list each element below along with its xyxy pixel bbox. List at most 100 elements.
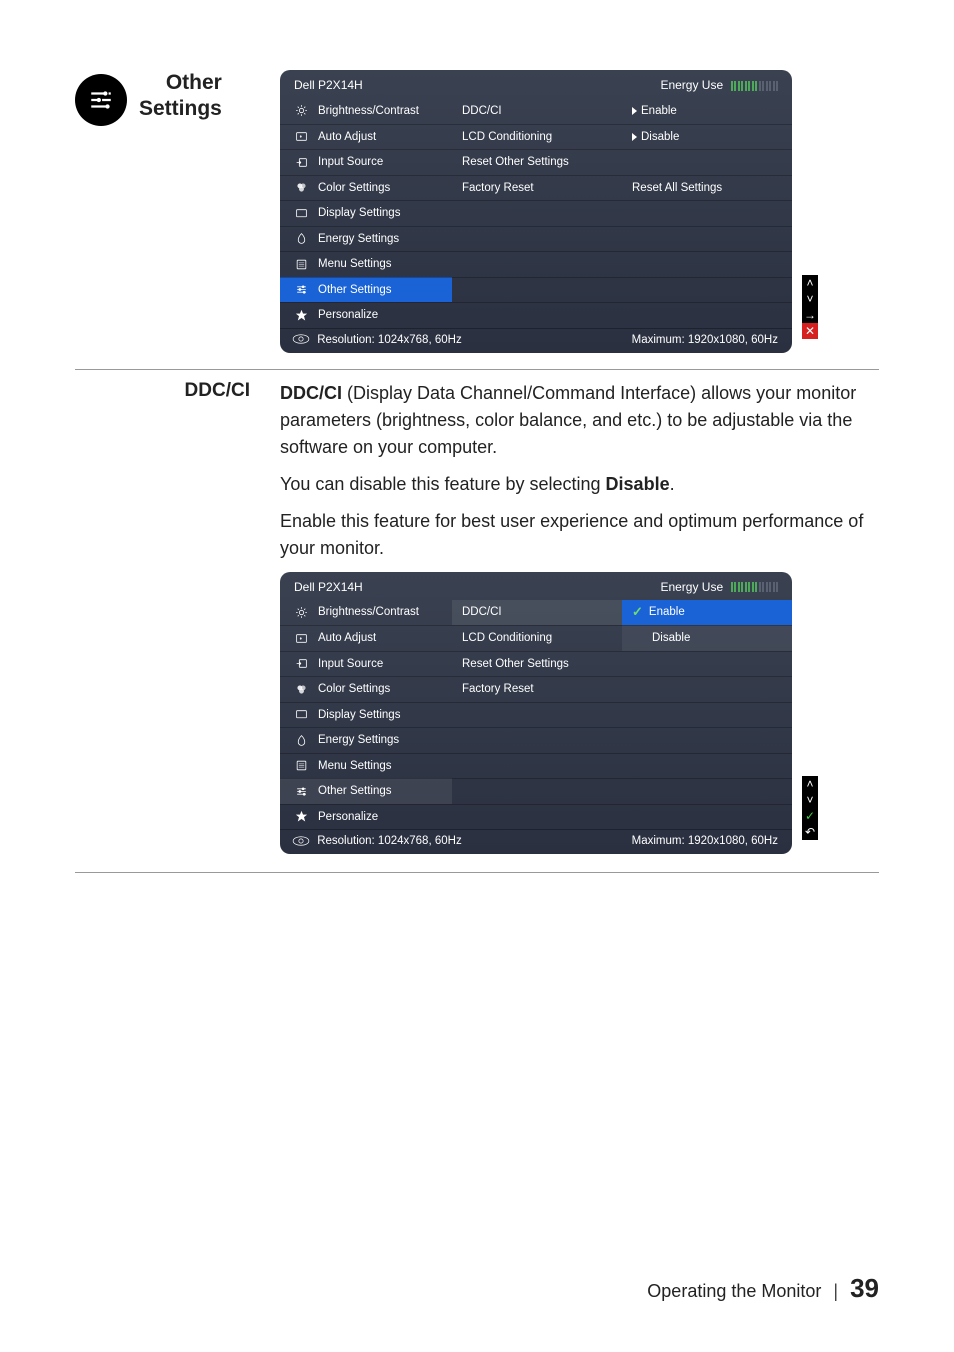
energy-icon <box>292 734 310 747</box>
osd-menu-label: Input Source <box>318 658 383 670</box>
osd-value: Reset All Settings <box>622 175 792 201</box>
osd-menu-item[interactable]: Energy Settings <box>280 226 452 252</box>
osd-sub-item[interactable]: LCD Conditioning <box>452 124 622 150</box>
osd-nav-close[interactable]: ✕ <box>802 323 818 339</box>
osd-menu-item[interactable]: Brightness/Contrast <box>280 600 452 626</box>
osd-value <box>622 251 792 277</box>
osd-menu-item[interactable]: Brightness/Contrast <box>280 98 452 124</box>
osd-model: Dell P2X14H <box>294 78 363 92</box>
osd-menu-label: Auto Adjust <box>318 131 376 143</box>
osd-menu-item[interactable]: Other Settings <box>280 277 452 303</box>
osd-value: Enable <box>622 98 792 124</box>
osd-nav-down[interactable]: ˅ <box>802 792 818 808</box>
osd-empty <box>622 651 792 677</box>
menu-icon <box>292 258 310 271</box>
osd-sub-item[interactable]: DDC/CI <box>452 600 622 626</box>
osd-sub-item <box>452 302 622 328</box>
osd-sub-item <box>452 200 622 226</box>
osd-menu-label: Energy Settings <box>318 233 399 245</box>
osd-menu-label: Energy Settings <box>318 734 399 746</box>
osd-sub-item <box>452 251 622 277</box>
osd-menu-item[interactable]: Input Source <box>280 651 452 677</box>
osd-sub-item <box>452 727 622 753</box>
osd-value: Disable <box>622 124 792 150</box>
osd-empty <box>622 702 792 728</box>
osd-energy: Energy Use <box>660 78 778 92</box>
osd-sub-item[interactable]: DDC/CI <box>452 98 622 124</box>
osd-empty <box>622 676 792 702</box>
page-footer: Operating the Monitor | 39 <box>647 1273 879 1304</box>
osd-sub-item <box>452 226 622 252</box>
osd-sub-item[interactable]: Reset Other Settings <box>452 651 622 677</box>
display-icon <box>292 708 310 721</box>
osd-value <box>622 149 792 175</box>
menu-icon <box>292 759 310 772</box>
brightness-icon <box>292 606 310 619</box>
osd-menu-label: Display Settings <box>318 207 400 219</box>
osd-nav-up[interactable]: ˄ <box>802 776 818 792</box>
osd-maximum: Maximum: 1920x1080, 60Hz <box>632 835 778 847</box>
color-icon <box>292 181 310 194</box>
osd-sub-item[interactable]: Reset Other Settings <box>452 149 622 175</box>
osd-sub-item <box>452 702 622 728</box>
osd-menu-label: Brightness/Contrast <box>318 606 419 618</box>
osd-menu-label: Personalize <box>318 309 378 321</box>
osd-sub-item[interactable]: Factory Reset <box>452 676 622 702</box>
osd-menu-label: Input Source <box>318 156 383 168</box>
osd-option[interactable]: Disable <box>622 625 792 651</box>
section-title-ddcci: DDC/CI <box>75 380 250 402</box>
osd-nav-down[interactable]: ˅ <box>802 291 818 307</box>
osd-menu-item[interactable]: Display Settings <box>280 702 452 728</box>
section-title-other: Other <box>139 70 222 96</box>
brightness-icon <box>292 104 310 117</box>
auto-icon <box>292 632 310 645</box>
osd-nav-right[interactable]: → <box>802 307 818 323</box>
osd-sub-item[interactable]: Factory Reset <box>452 175 622 201</box>
osd-menu-item[interactable]: Other Settings <box>280 778 452 804</box>
osd-nav-ok[interactable]: ✓ <box>802 808 818 824</box>
osd-menu-label: Color Settings <box>318 182 390 194</box>
osd-menu-label: Other Settings <box>318 284 392 296</box>
osd-nav-back[interactable]: ↶ <box>802 824 818 840</box>
osd-panel-2: Dell P2X14H Energy Use Brightness/Contra… <box>280 572 792 855</box>
osd-empty <box>622 804 792 830</box>
osd-menu-item[interactable]: Personalize <box>280 804 452 830</box>
osd-value <box>622 226 792 252</box>
auto-icon <box>292 130 310 143</box>
osd-menu-item[interactable]: Energy Settings <box>280 727 452 753</box>
osd-menu-label: Brightness/Contrast <box>318 105 419 117</box>
osd-empty <box>622 778 792 804</box>
section-title-other2: Settings <box>139 96 222 122</box>
osd-value <box>622 302 792 328</box>
osd-resolution: Resolution: 1024x768, 60Hz <box>292 334 462 346</box>
star-icon <box>292 309 310 322</box>
osd-menu-label: Personalize <box>318 811 378 823</box>
osd-empty <box>622 727 792 753</box>
osd-menu-item[interactable]: Personalize <box>280 302 452 328</box>
energy-icon <box>292 232 310 245</box>
osd-menu-label: Color Settings <box>318 683 390 695</box>
osd-menu-item[interactable]: Auto Adjust <box>280 625 452 651</box>
osd-menu-item[interactable]: Auto Adjust <box>280 124 452 150</box>
osd-nav-up[interactable]: ˄ <box>802 275 818 291</box>
osd-menu-item[interactable]: Input Source <box>280 149 452 175</box>
osd-menu-label: Menu Settings <box>318 258 392 270</box>
osd-menu-item[interactable]: Display Settings <box>280 200 452 226</box>
star-icon <box>292 810 310 823</box>
osd-menu-item[interactable]: Menu Settings <box>280 753 452 779</box>
osd-value <box>622 277 792 303</box>
input-icon <box>292 657 310 670</box>
osd-sub-item <box>452 753 622 779</box>
osd-panel-1: Dell P2X14H Energy Use Brightness/Contra… <box>280 70 792 353</box>
osd-menu-item[interactable]: Color Settings <box>280 175 452 201</box>
sliders-icon <box>75 74 127 126</box>
ddcci-desc-3: Enable this feature for best user experi… <box>280 508 879 562</box>
osd-sub-item[interactable]: LCD Conditioning <box>452 625 622 651</box>
osd-menu-item[interactable]: Color Settings <box>280 676 452 702</box>
osd-menu-item[interactable]: Menu Settings <box>280 251 452 277</box>
sliders-icon <box>292 785 310 798</box>
osd-menu-label: Auto Adjust <box>318 632 376 644</box>
osd-option[interactable]: ✓Enable <box>622 600 792 626</box>
osd-menu-label: Display Settings <box>318 709 400 721</box>
input-icon <box>292 156 310 169</box>
